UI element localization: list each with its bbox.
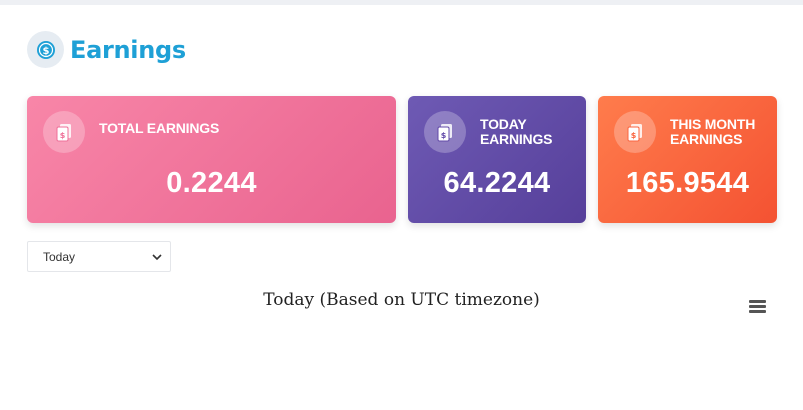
page-header: $ Earnings [27, 31, 186, 68]
hamburger-icon [749, 300, 766, 303]
card-value: 64.2244 [443, 167, 551, 199]
card-label: TOTAL EARNINGS [99, 120, 220, 136]
card-value: 165.9544 [625, 167, 750, 199]
chart-title: Today (Based on UTC timezone) [263, 290, 540, 310]
svg-text:$: $ [42, 46, 49, 57]
today-earnings-card: $ TODAY EARNINGS 64.2244 [408, 96, 586, 223]
this-month-earnings-card: $ THIS MONTH EARNINGS 165.9544 [598, 96, 777, 223]
svg-text:$: $ [60, 131, 66, 140]
period-select-value: Today [43, 249, 76, 264]
money-stack-icon: $ [614, 111, 656, 153]
page-title: Earnings [70, 35, 186, 64]
money-stack-icon: $ [424, 111, 466, 153]
dollar-coin-icon: $ [27, 31, 64, 68]
money-stack-icon: $ [43, 111, 85, 153]
hamburger-icon [749, 305, 766, 308]
chart-menu-button[interactable] [749, 298, 767, 314]
svg-text:$: $ [441, 131, 447, 140]
svg-text:$: $ [631, 131, 637, 140]
card-label: TODAY EARNINGS [480, 116, 553, 147]
card-label: THIS MONTH EARNINGS [670, 116, 756, 147]
chevron-down-icon [152, 254, 162, 261]
hamburger-icon [749, 310, 766, 313]
card-value: 0.2244 [166, 167, 257, 199]
top-strip [0, 0, 803, 5]
period-select[interactable]: Today [27, 241, 171, 272]
total-earnings-card: $ TOTAL EARNINGS 0.2244 [27, 96, 396, 223]
